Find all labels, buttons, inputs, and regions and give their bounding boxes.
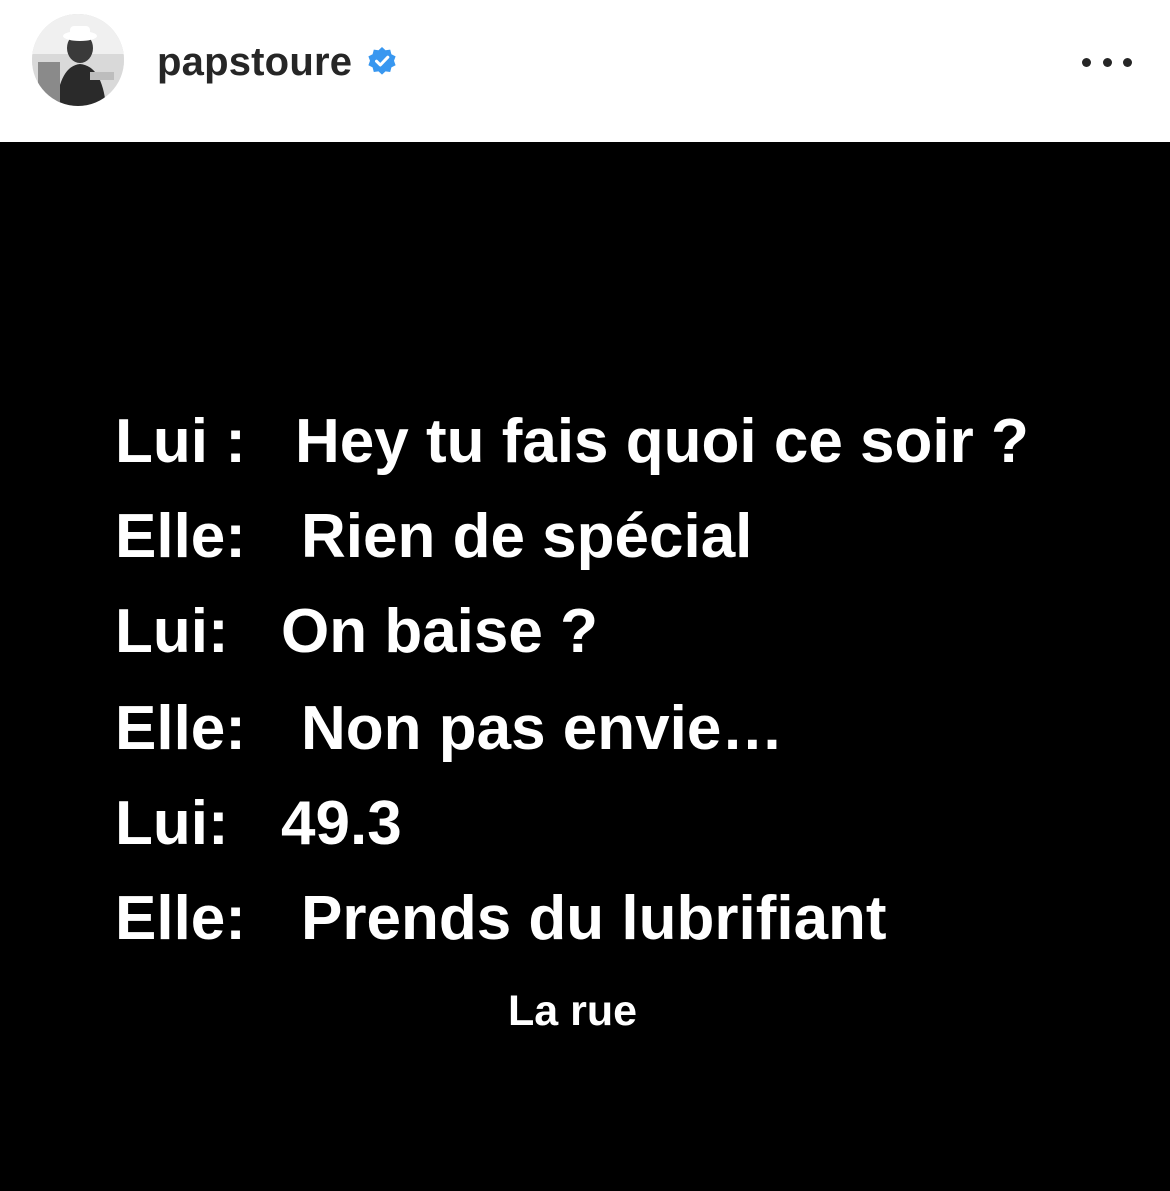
dialogue-text: Non pas envie… <box>301 694 784 763</box>
speaker-label: Lui: <box>115 789 229 858</box>
avatar[interactable] <box>32 14 124 106</box>
more-horizontal-icon <box>1082 57 1091 67</box>
speaker-label: Lui : <box>115 407 246 476</box>
username[interactable]: papstoure <box>157 40 352 85</box>
speaker-label: Lui: <box>115 597 229 666</box>
dialogue-line: Elle: Prends du lubrifiant <box>115 879 887 959</box>
dialogue-text: 49.3 <box>281 789 402 858</box>
speaker-label: Elle: <box>115 694 246 763</box>
dialogue-line: Lui : Hey tu fais quoi ce soir ? <box>115 402 1029 482</box>
dialogue-line: Elle: Non pas envie… <box>115 689 783 769</box>
more-options-button[interactable] <box>1082 44 1132 80</box>
signature-text: La rue <box>507 987 638 1035</box>
dialogue-text: Hey tu fais quoi ce soir ? <box>295 407 1029 476</box>
dialogue-text: On baise ? <box>281 597 598 666</box>
dialogue-line: Elle: Rien de spécial <box>115 497 752 577</box>
speaker-label: Elle: <box>115 884 246 953</box>
dialogue-text: Rien de spécial <box>301 502 753 571</box>
speaker-label: Elle: <box>115 502 246 571</box>
dialogue-text: Prends du lubrifiant <box>301 884 887 953</box>
dialogue-line: Lui: On baise ? <box>115 592 598 672</box>
post-image[interactable]: Lui : Hey tu fais quoi ce soir ? Elle: R… <box>0 142 1170 1191</box>
profile-photo-avatar <box>32 14 124 106</box>
dialogue-line: Lui: 49.3 <box>115 784 402 864</box>
verified-badge-icon <box>368 47 396 75</box>
post-header: papstoure <box>0 0 1170 142</box>
